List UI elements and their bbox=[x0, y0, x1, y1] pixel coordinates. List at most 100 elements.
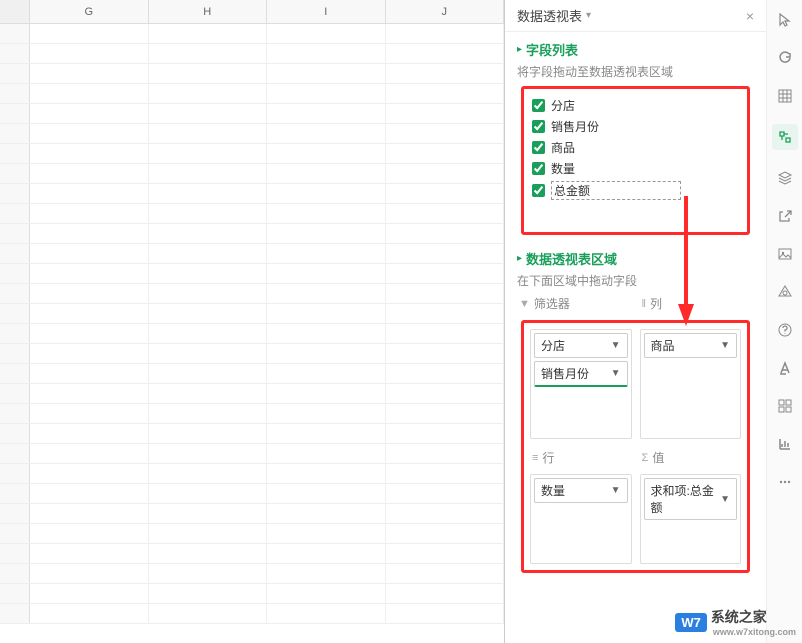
area-pill[interactable]: 分店 ▼ bbox=[534, 333, 628, 358]
sheet-row[interactable] bbox=[0, 284, 504, 304]
sheet-row[interactable] bbox=[0, 424, 504, 444]
sheet-row[interactable] bbox=[0, 64, 504, 84]
sheet-row[interactable] bbox=[0, 124, 504, 144]
sheet-row[interactable] bbox=[0, 84, 504, 104]
field-item[interactable]: 总金额 bbox=[532, 179, 739, 202]
panel-dropdown-icon[interactable]: ▾ bbox=[586, 10, 591, 21]
rows-label: ≡ 行 bbox=[532, 449, 632, 466]
area-pill[interactable]: 销售月份▼ bbox=[534, 361, 628, 387]
chevron-down-icon[interactable]: ▼ bbox=[611, 368, 621, 379]
filter-label: ▼ 筛选器 bbox=[519, 295, 632, 312]
right-toolbar bbox=[766, 0, 802, 643]
sheet-row[interactable] bbox=[0, 344, 504, 364]
sheet-row[interactable] bbox=[0, 584, 504, 604]
sheet-row[interactable] bbox=[0, 44, 504, 64]
sheet-row[interactable] bbox=[0, 244, 504, 264]
chevron-down-icon[interactable]: ▼ bbox=[611, 340, 621, 351]
field-checkbox[interactable] bbox=[532, 184, 545, 197]
chevron-down-icon[interactable]: ▼ bbox=[720, 340, 730, 351]
help-icon[interactable] bbox=[775, 320, 795, 340]
sheet-row[interactable] bbox=[0, 24, 504, 44]
field-item[interactable]: 商品 bbox=[532, 137, 739, 158]
columns-icon: ‖ bbox=[642, 298, 647, 310]
sheet-row[interactable] bbox=[0, 524, 504, 544]
sheet-row[interactable] bbox=[0, 184, 504, 204]
field-item[interactable]: 分店 bbox=[532, 95, 739, 116]
select-all-corner[interactable] bbox=[0, 0, 30, 23]
layers-icon[interactable] bbox=[775, 168, 795, 188]
chevron-down-icon[interactable]: ▼ bbox=[720, 494, 730, 505]
areas-title: 数据透视表区域 bbox=[526, 249, 617, 268]
column-header-h[interactable]: H bbox=[149, 0, 268, 23]
sheet-row[interactable] bbox=[0, 484, 504, 504]
sheet-row[interactable] bbox=[0, 204, 504, 224]
area-pill[interactable]: 数量 ▼ bbox=[534, 478, 628, 503]
watermark: W7 系统之家 www.w7xitong.com bbox=[675, 607, 796, 637]
share-icon[interactable] bbox=[775, 206, 795, 226]
filter-icon: ▼ bbox=[519, 298, 530, 310]
areas-box: 分店▼销售月份▼ 商品▼ ≡ 行 Σ bbox=[521, 320, 750, 573]
column-header-i[interactable]: I bbox=[267, 0, 386, 23]
sheet-row[interactable] bbox=[0, 264, 504, 284]
field-item[interactable]: 销售月份 bbox=[532, 116, 739, 137]
sheet-row[interactable] bbox=[0, 564, 504, 584]
sheet-row[interactable] bbox=[0, 104, 504, 124]
filter-dropzone[interactable]: 分店▼销售月份▼ bbox=[530, 329, 632, 439]
table-icon[interactable] bbox=[775, 86, 795, 106]
spreadsheet-grid[interactable]: G H I J bbox=[0, 0, 505, 643]
field-label: 销售月份 bbox=[551, 118, 599, 135]
sheet-row[interactable] bbox=[0, 144, 504, 164]
field-checkbox[interactable] bbox=[532, 120, 545, 133]
column-header-g[interactable]: G bbox=[30, 0, 149, 23]
field-checkbox[interactable] bbox=[532, 141, 545, 154]
sheet-row[interactable] bbox=[0, 404, 504, 424]
field-label: 总金额 bbox=[551, 181, 681, 200]
cursor-icon[interactable] bbox=[775, 10, 795, 30]
rows-dropzone[interactable]: 数量 ▼ bbox=[530, 474, 632, 564]
sheet-row[interactable] bbox=[0, 324, 504, 344]
refresh-icon[interactable] bbox=[775, 48, 795, 68]
column-header-j[interactable]: J bbox=[386, 0, 505, 23]
columns-dropzone[interactable]: 商品▼ bbox=[640, 329, 742, 439]
pivot-panel: 数据透视表 ▾ × ▸ 字段列表 将字段拖动至数据透视表区域 分店销售月份商品数… bbox=[505, 0, 802, 643]
field-checkbox[interactable] bbox=[532, 99, 545, 112]
pill-label: 数量 bbox=[541, 482, 565, 499]
sheet-row[interactable] bbox=[0, 444, 504, 464]
image-icon[interactable] bbox=[775, 244, 795, 264]
sheet-row[interactable] bbox=[0, 384, 504, 404]
field-checkbox[interactable] bbox=[532, 162, 545, 175]
area-pill[interactable]: 求和项:总金额▼ bbox=[644, 478, 738, 520]
area-pill[interactable]: 商品▼ bbox=[644, 333, 738, 358]
watermark-text: 系统之家 bbox=[711, 607, 796, 627]
sheet-row[interactable] bbox=[0, 544, 504, 564]
shape-icon[interactable] bbox=[775, 282, 795, 302]
sheet-row[interactable] bbox=[0, 464, 504, 484]
more-icon[interactable] bbox=[775, 472, 795, 492]
sheet-row[interactable] bbox=[0, 164, 504, 184]
field-label: 商品 bbox=[551, 139, 575, 156]
collapse-icon: ▸ bbox=[517, 253, 522, 264]
watermark-url: www.w7xitong.com bbox=[713, 627, 796, 637]
pill-label: 分店 bbox=[541, 337, 565, 354]
areas-header[interactable]: ▸ 数据透视表区域 bbox=[517, 249, 754, 268]
field-item[interactable]: 数量 bbox=[532, 158, 739, 179]
chart-icon[interactable] bbox=[775, 434, 795, 454]
columns-label: ‖ 列 bbox=[642, 295, 755, 312]
sheet-row[interactable] bbox=[0, 224, 504, 244]
apps-icon[interactable] bbox=[775, 396, 795, 416]
pivot-icon[interactable] bbox=[772, 124, 798, 150]
sheet-row[interactable] bbox=[0, 304, 504, 324]
field-list-header[interactable]: ▸ 字段列表 bbox=[517, 40, 754, 59]
watermark-logo: W7 bbox=[675, 613, 707, 632]
text-icon[interactable] bbox=[775, 358, 795, 378]
chevron-down-icon[interactable]: ▼ bbox=[611, 485, 621, 496]
sheet-row[interactable] bbox=[0, 504, 504, 524]
pill-label: 求和项:总金额 bbox=[651, 482, 721, 516]
panel-title: 数据透视表 bbox=[517, 6, 582, 25]
field-label: 数量 bbox=[551, 160, 575, 177]
sheet-row[interactable] bbox=[0, 364, 504, 384]
close-icon[interactable]: × bbox=[746, 8, 754, 24]
values-label: Σ 值 bbox=[642, 449, 742, 466]
sheet-row[interactable] bbox=[0, 604, 504, 624]
values-dropzone[interactable]: 求和项:总金额▼ bbox=[640, 474, 742, 564]
